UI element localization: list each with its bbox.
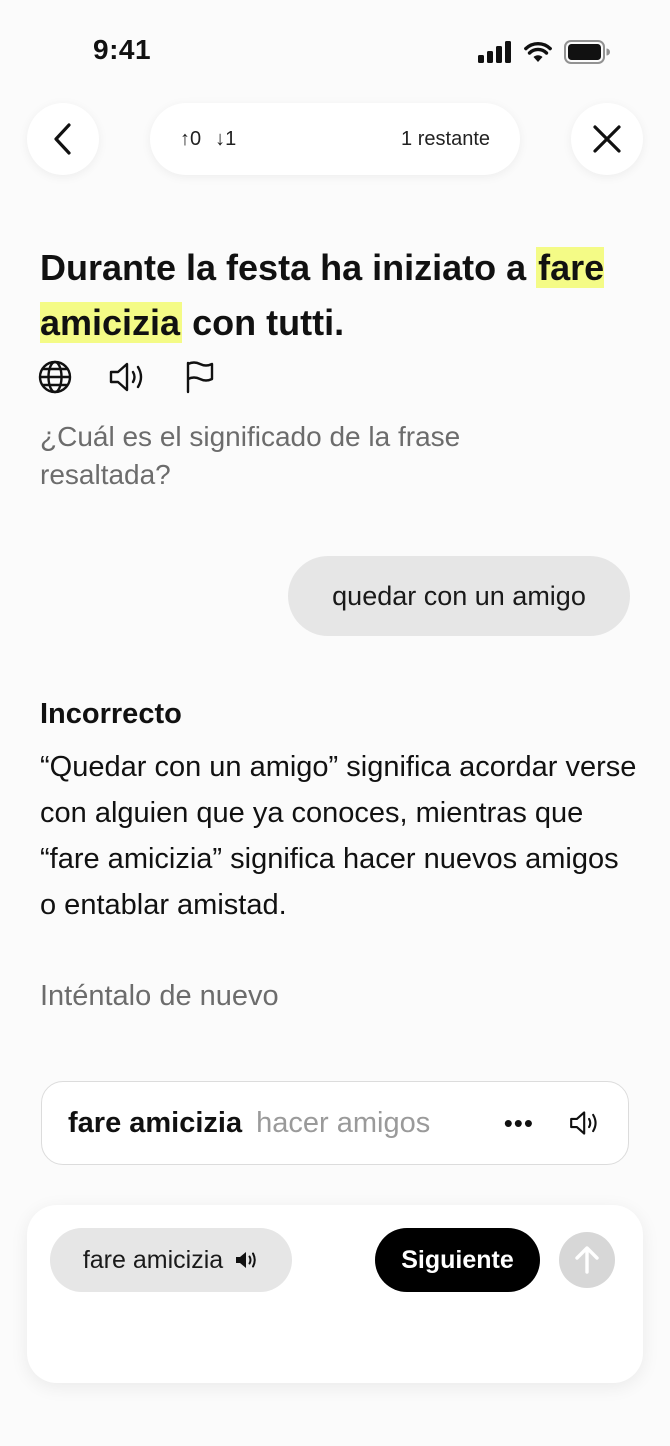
vocab-card[interactable]: fare amicizia hacer amigos ••• xyxy=(41,1081,629,1165)
selected-answer-bubble: quedar con un amigo xyxy=(288,556,630,636)
exercise-question: ¿Cuál es el significado de la frase resa… xyxy=(40,421,461,490)
status-icons xyxy=(478,40,610,64)
send-button[interactable] xyxy=(559,1232,615,1288)
chip-label: fare amicizia xyxy=(82,1245,224,1274)
globe-icon[interactable] xyxy=(38,360,72,394)
battery-icon xyxy=(564,40,610,64)
sentence-suffix: con tutti. xyxy=(192,302,345,343)
close-icon xyxy=(593,125,621,153)
progress-indicator: ↑0 ↓1 1 restante xyxy=(150,103,520,175)
vocab-speaker-button[interactable] xyxy=(568,1110,602,1136)
more-options-icon[interactable]: ••• xyxy=(504,1108,534,1139)
feedback-title: Incorrecto xyxy=(40,698,182,730)
vocab-translation: hacer amigos xyxy=(256,1106,431,1139)
wifi-icon xyxy=(524,41,552,62)
next-button[interactable]: Siguiente xyxy=(375,1228,540,1292)
retry-prompt: Inténtalo de nuevo xyxy=(40,980,279,1012)
answer-counts: ↑0 ↓1 xyxy=(180,128,236,151)
sentence-prefix: Durante la festa ha iniziato a xyxy=(40,247,527,288)
sentence-tools xyxy=(38,360,216,394)
flag-icon[interactable] xyxy=(184,360,216,394)
arrow-up-icon xyxy=(575,1246,599,1274)
incorrect-count: ↓1 xyxy=(215,127,237,150)
speaker-icon xyxy=(570,1111,597,1135)
remaining-count: 1 restante xyxy=(401,127,490,150)
status-time: 9:41 xyxy=(93,34,152,65)
signal-icon xyxy=(478,41,511,63)
close-button[interactable] xyxy=(571,103,643,175)
phrase-audio-chip[interactable]: fare amicizia xyxy=(50,1228,292,1292)
vocab-term: fare amicizia xyxy=(68,1106,243,1139)
back-button[interactable] xyxy=(27,103,99,175)
speaker-filled-icon xyxy=(236,1252,256,1268)
exercise-sentence: Durante la festa ha iniziato a fare amic… xyxy=(40,240,630,350)
chevron-left-icon xyxy=(54,123,71,155)
correct-count: ↑0 xyxy=(180,127,202,150)
feedback-explanation: “Quedar con un amigo” significa acordar … xyxy=(40,751,637,921)
speaker-icon[interactable] xyxy=(108,361,148,393)
